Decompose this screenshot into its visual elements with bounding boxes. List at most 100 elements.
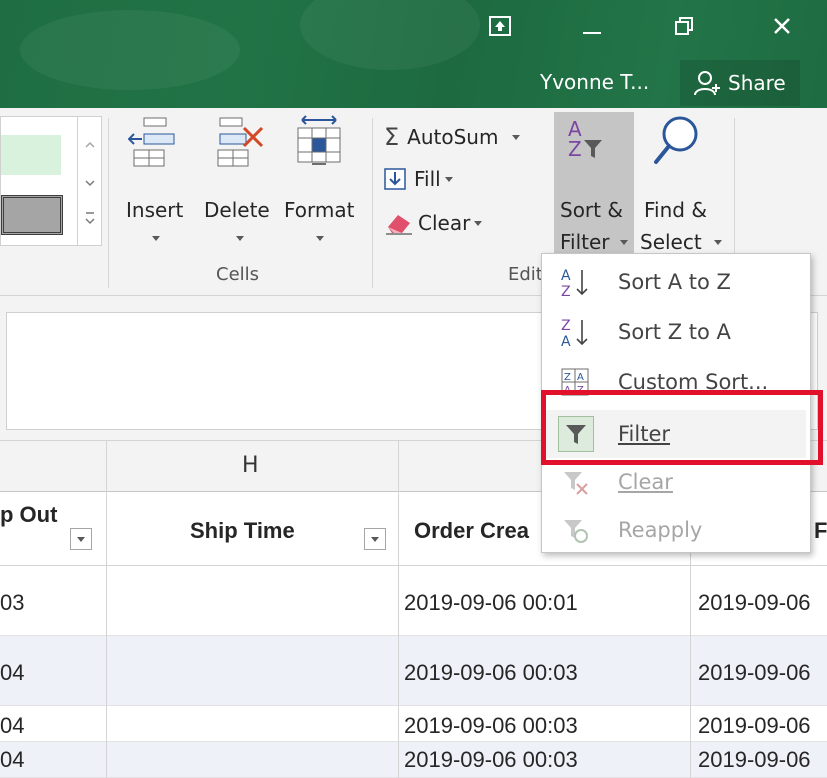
column-divider[interactable] [398,441,399,493]
column-divider [690,636,691,706]
column-divider [398,742,399,778]
table-row: 04 2019-09-06 00:03 2019-09-06 [0,706,827,742]
style-swatch-good[interactable] [1,135,61,175]
minimize-icon [583,32,601,34]
restore-icon [675,17,693,35]
insert-cells-button[interactable]: Insert [120,112,194,252]
column-divider[interactable] [106,441,107,493]
header-cell-ship-time[interactable]: Ship Time [190,518,295,544]
table-row: 04 2019-09-06 00:03 2019-09-06 [0,636,827,706]
menu-label-reapply: Reapply [618,518,703,542]
header-cell-g[interactable]: p Out [0,502,57,528]
autosum-dropdown-icon [512,134,521,140]
delete-dropdown-icon [236,236,244,241]
delete-label: Delete [204,198,270,222]
header-cell-order-created[interactable]: Order Crea [414,518,529,544]
column-divider [690,566,691,636]
cell-j[interactable]: 2019-09-06 [698,713,811,739]
column-divider [690,742,691,778]
header-cell-j[interactable]: F [814,518,827,544]
fill-label: Fill [414,167,441,191]
column-divider [398,706,399,742]
column-divider [106,636,107,706]
find-select-dropdown-icon [714,240,722,245]
cell-g[interactable]: 03 [0,590,24,616]
filter-dropdown-ship-time[interactable] [364,528,386,550]
column-divider [690,706,691,742]
style-swatch-check-cell[interactable] [1,195,63,235]
autosum-button[interactable]: Σ AutoSum [384,120,521,154]
share-button[interactable]: Share [680,60,800,106]
cell-j[interactable]: 2019-09-06 [698,747,811,773]
format-cells-button[interactable]: Format [282,112,362,252]
find-select-label-line1: Find & [644,198,707,222]
find-select-label-line2: Select [640,230,702,254]
cell-order-created[interactable]: 2019-09-06 00:03 [404,660,578,686]
format-label: Format [284,198,355,222]
sort-a-to-z-icon: AZ [560,265,590,299]
insert-label: Insert [126,198,184,222]
sort-filter-label-line1: Sort & [560,198,623,222]
share-label: Share [728,71,786,95]
sort-filter-button[interactable]: A Z Sort & Filter [554,112,634,260]
menu-item-clear-filter: Clear [546,458,806,506]
clear-label: Clear [418,211,471,235]
filter-dropdown-g[interactable] [70,528,92,550]
group-separator [372,118,373,288]
column-header-h[interactable]: H [242,453,259,478]
menu-item-sort-z-to-a[interactable]: ZA Sort Z to A [546,308,806,356]
close-button[interactable] [752,6,812,46]
column-divider [106,492,107,566]
cell-j[interactable]: 2019-09-06 [698,660,811,686]
cell-g[interactable]: 04 [0,747,24,773]
cell-order-created[interactable]: 2019-09-06 00:03 [404,747,578,773]
table-row: 03 2019-09-06 00:01 2019-09-06 [0,566,827,636]
format-cells-icon [297,115,341,165]
gallery-scroll-arrows-icon [85,141,95,225]
close-icon [774,18,790,34]
clear-button[interactable]: Clear [384,206,483,240]
restore-button[interactable] [654,6,714,46]
format-dropdown-icon [316,236,324,241]
group-separator [108,118,109,288]
menu-label-sort-z-to-a: Sort Z to A [618,320,731,344]
find-select-button[interactable]: Find & Select [638,112,724,260]
column-divider [106,566,107,636]
column-divider [398,636,399,706]
cell-order-created[interactable]: 2019-09-06 00:03 [404,713,578,739]
cell-j[interactable]: 2019-09-06 [698,590,811,616]
insert-dropdown-icon [152,236,160,241]
sort-filter-icon: A Z [568,117,602,161]
editing-group-label: Edit [508,264,543,285]
fill-dropdown-icon [444,176,453,182]
title-bar: Yvonne T... Share [0,0,827,108]
cells-group-label: Cells [216,264,260,285]
svg-text:A: A [577,372,584,383]
ribbon-display-options-button[interactable] [470,6,530,46]
svg-text:Z: Z [561,284,571,298]
sort-filter-label-line2: Filter [560,230,610,254]
ribbon-display-icon [489,16,511,36]
minimize-button[interactable] [562,6,622,46]
svg-text:Z: Z [561,318,571,334]
menu-item-reapply: Reapply [546,506,806,554]
cell-styles-gallery[interactable] [0,116,78,246]
gallery-scrollbar[interactable] [78,116,102,246]
sigma-icon: Σ [384,123,400,151]
cell-g[interactable]: 04 [0,660,24,686]
cell-g[interactable]: 04 [0,713,24,739]
fill-button[interactable]: Fill [384,162,453,196]
column-divider [106,742,107,778]
menu-label-clear-filter: Clear [618,470,673,494]
account-name[interactable]: Yvonne T... [540,70,649,94]
cell-order-created[interactable]: 2019-09-06 00:01 [404,590,578,616]
fill-down-icon [384,168,406,190]
title-bar-texture [300,0,480,70]
column-divider [398,566,399,636]
magnifier-icon [654,116,698,164]
eraser-icon [386,215,412,235]
reapply-icon [560,513,590,547]
delete-cells-button[interactable]: Delete [200,112,282,252]
menu-item-sort-a-to-z[interactable]: AZ Sort A to Z [546,258,806,306]
autosum-label: AutoSum [407,125,499,149]
